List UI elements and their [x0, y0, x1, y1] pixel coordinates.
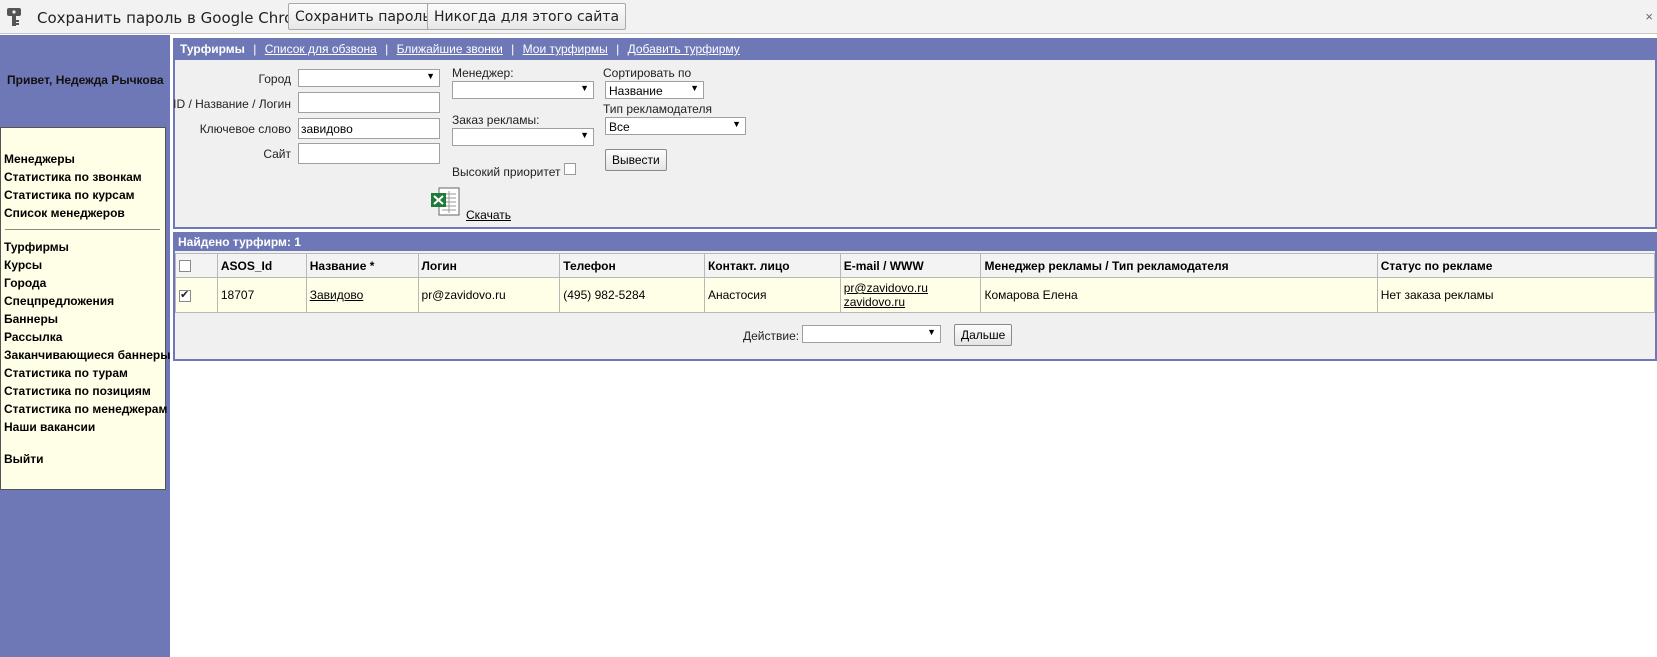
sidebar-item-expiring-banners[interactable]: Заканчивающиеся баннеры: [4, 348, 170, 362]
high-priority-label: Высокий приоритет: [452, 165, 561, 179]
table-row: 18707 Завидово pr@zavidovo.ru (495) 982-…: [175, 277, 1656, 313]
chevron-down-icon: ▼: [580, 83, 589, 93]
next-button[interactable]: Дальше: [954, 324, 1013, 346]
cell-phone: (495) 982-5284: [559, 277, 705, 313]
advertiser-type-label: Тип рекламодателя: [603, 102, 712, 116]
sidebar-item-tour-stats[interactable]: Статистика по турам: [4, 366, 128, 380]
cell-name: Завидово: [305, 277, 419, 313]
chevron-down-icon: ▼: [426, 71, 435, 81]
id-name-login-input[interactable]: [298, 92, 440, 113]
nav-separator: |: [385, 42, 389, 56]
user-greeting: Привет, Недежда Рычкова: [7, 73, 164, 87]
table-header-row: ASOS_Id Название * Логин Телефон Контакт…: [175, 253, 1656, 278]
sidebar-item-manager-list[interactable]: Список менеджеров: [4, 206, 125, 220]
sidebar-item-cities[interactable]: Города: [4, 276, 46, 290]
sidebar-item-courses[interactable]: Курсы: [4, 258, 42, 272]
results-count-header: Найдено турфирм: 1: [173, 232, 1657, 251]
chevron-down-icon: ▼: [690, 83, 699, 93]
city-label: Город: [258, 72, 291, 86]
nav-separator: |: [253, 42, 257, 56]
cell-manager: Комарова Елена: [980, 277, 1378, 313]
sidebar-item-manager-stats[interactable]: Статистика по менеджерам: [4, 402, 167, 416]
keyword-label: Ключевое слово: [199, 122, 291, 136]
results-table: ASOS_Id Название * Логин Телефон Контакт…: [175, 253, 1656, 313]
column-header-contact: Контакт. лицо: [703, 253, 841, 278]
sidebar-item-call-stats[interactable]: Статистика по звонкам: [4, 170, 142, 184]
sidebar-item-mailing[interactable]: Рассылка: [4, 330, 62, 344]
cell-ad-status: Нет заказа рекламы: [1376, 277, 1656, 313]
select-all-header: [175, 253, 218, 278]
website-link[interactable]: zavidovo.ru: [844, 295, 905, 309]
sidebar-item-vacancies[interactable]: Наши вакансии: [4, 420, 95, 434]
sidebar-divider: [5, 229, 160, 230]
save-password-button[interactable]: Сохранить пароль: [288, 3, 438, 30]
column-header-ad-status: Статус по рекламе: [1376, 253, 1656, 278]
row-checkbox[interactable]: [179, 288, 191, 302]
cell-login: pr@zavidovo.ru: [417, 277, 561, 313]
sidebar-item-managers[interactable]: Менеджеры: [4, 152, 75, 166]
advertiser-type-select[interactable]: Все ▼: [605, 117, 746, 135]
column-header-login: Логин: [417, 253, 561, 278]
nav-link-add-agency[interactable]: Добавить турфирму: [628, 42, 740, 56]
select-all-checkbox[interactable]: [179, 260, 191, 273]
nav-separator: |: [616, 42, 620, 56]
download-link[interactable]: Скачать: [466, 208, 511, 222]
action-label: Действие:: [743, 329, 800, 343]
nav-link-upcoming-calls[interactable]: Ближайшие звонки: [397, 42, 503, 56]
column-header-phone: Телефон: [559, 253, 705, 278]
sidebar-item-special-offers[interactable]: Спецпредложения: [4, 294, 114, 308]
sidebar-item-banners[interactable]: Баннеры: [4, 312, 58, 326]
cell-email-www: pr@zavidovo.ru zavidovo.ru: [839, 277, 982, 313]
id-name-login-label: ID / Название / Логин: [173, 97, 291, 111]
sort-label: Сортировать по: [603, 66, 692, 80]
manager-label: Менеджер:: [452, 66, 514, 80]
sidebar-menu: Менеджеры Статистика по звонкам Статисти…: [0, 127, 170, 490]
column-header-asos-id[interactable]: ASOS_Id: [216, 253, 307, 278]
key-icon: [7, 8, 21, 26]
keyword-input[interactable]: [298, 118, 440, 139]
chevron-down-icon: ▼: [927, 327, 936, 337]
sidebar-item-course-stats[interactable]: Статистика по курсам: [4, 188, 135, 202]
nav-link-call-list[interactable]: Список для обзвона: [265, 42, 377, 56]
save-password-bar: Сохранить пароль в Google Chrome? Сохран…: [0, 0, 1657, 34]
nav-separator: |: [511, 42, 515, 56]
sidebar-item-position-stats[interactable]: Статистика по позициям: [4, 384, 151, 398]
site-input[interactable]: [298, 143, 440, 164]
save-password-prompt: Сохранить пароль в Google Chrome?: [37, 9, 326, 27]
row-select-cell: [175, 277, 218, 313]
agency-name-link[interactable]: Завидово: [310, 288, 364, 302]
sort-select[interactable]: Название ▼: [605, 81, 704, 99]
cell-contact: Анастосия: [703, 277, 841, 313]
site-label: Сайт: [263, 147, 291, 161]
close-icon[interactable]: ×: [1645, 9, 1653, 24]
action-select[interactable]: ▼: [802, 325, 941, 343]
top-navigation: Турфирмы | Список для обзвона | Ближайши…: [173, 38, 1657, 60]
ad-order-select[interactable]: ▼: [452, 128, 594, 146]
never-save-button[interactable]: Никогда для этого сайта: [427, 3, 627, 30]
chevron-down-icon: ▼: [580, 130, 589, 140]
sidebar-item-agencies[interactable]: Турфирмы: [4, 240, 69, 254]
high-priority-checkbox[interactable]: [564, 163, 576, 175]
sidebar: Привет, Недежда Рычкова Менеджеры Статис…: [0, 35, 170, 657]
sidebar-item-logout[interactable]: Выйти: [4, 452, 44, 466]
column-header-email-www: E-mail / WWW: [839, 253, 982, 278]
city-select[interactable]: ▼: [298, 69, 440, 87]
chevron-down-icon: ▼: [732, 119, 741, 129]
cell-asos-id: 18707: [216, 277, 307, 313]
column-header-manager: Менеджер рекламы / Тип рекламодателя: [980, 253, 1378, 278]
ad-order-label: Заказ рекламы:: [452, 113, 540, 127]
submit-button[interactable]: Вывести: [605, 149, 667, 171]
filter-panel: Город ▼ ID / Название / Логин Ключевое с…: [173, 60, 1657, 229]
nav-link-my-agencies[interactable]: Мои турфирмы: [523, 42, 608, 56]
results-panel: ASOS_Id Название * Логин Телефон Контакт…: [173, 251, 1657, 361]
nav-current-agencies: Турфирмы: [180, 42, 245, 56]
excel-icon[interactable]: [429, 186, 463, 218]
manager-select[interactable]: ▼: [452, 81, 594, 99]
column-header-name[interactable]: Название *: [305, 253, 419, 278]
email-link[interactable]: pr@zavidovo.ru: [844, 281, 928, 295]
